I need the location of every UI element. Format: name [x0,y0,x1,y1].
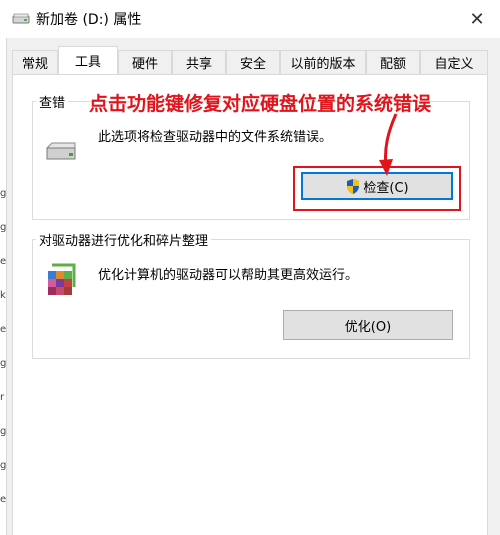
background-window-char: g [0,188,7,199]
optimize-description: 优化计算机的驱动器可以帮助其更高效运行。 [98,268,359,283]
tab-general[interactable]: 常规 [12,50,58,74]
optimize-button-label: 优化(O) [344,319,392,335]
background-window-char: e [0,494,7,505]
tab-label: 工具 [74,55,101,70]
tab-previous-versions[interactable]: 以前的版本 [280,50,366,74]
close-icon: ✕ [469,8,485,30]
tab-customize[interactable]: 自定义 [420,50,488,74]
tab-strip: 常规 工具 硬件 共享 安全 以前的版本 配额 自定义 [12,46,488,74]
tab-security[interactable]: 安全 [226,50,280,74]
tab-label: 常规 [21,57,48,72]
close-button[interactable]: ✕ [454,0,500,38]
drive-title-icon [12,13,30,24]
error-check-title: 查错 [36,92,69,111]
optimize-title: 对驱动器进行优化和碎片整理 [36,230,212,249]
title-bar[interactable]: 新加卷 (D:) 属性 ✕ [0,0,500,38]
window-title: 新加卷 (D:) 属性 [36,12,142,28]
background-window-char: g [0,460,7,471]
tab-label: 以前的版本 [290,57,356,72]
background-window-char: r [0,392,5,403]
background-window-char: g [0,222,7,233]
properties-window: 新加卷 (D:) 属性 ✕ g g e k e g r g g e 常规 工具 硬件 共享 安全 … [0,0,500,535]
background-window-char: g [0,358,7,369]
tab-label: 自定义 [434,57,474,72]
background-window-char: e [0,324,7,335]
tab-sharing[interactable]: 共享 [172,50,226,74]
background-window-char: k [0,290,6,301]
tab-label: 共享 [185,57,212,72]
tab-label: 硬件 [131,57,158,72]
defrag-icon [48,263,76,295]
optimize-button[interactable]: 优化(O) [283,310,453,340]
tab-tools[interactable]: 工具 [58,46,118,74]
tab-hardware[interactable]: 硬件 [118,50,172,74]
error-check-description: 此选项将检查驱动器中的文件系统错误。 [98,130,333,145]
optimize-group [32,239,470,359]
tab-quota[interactable]: 配额 [366,50,420,74]
annotation-arrow-icon [379,113,398,176]
background-window-char: g [0,426,7,437]
background-window-char: e [0,256,7,267]
background-window-edge: g g e k e g r g g e [0,38,7,535]
tab-label: 安全 [239,57,266,72]
drive-icon [46,142,76,160]
tab-label: 配额 [379,57,406,72]
